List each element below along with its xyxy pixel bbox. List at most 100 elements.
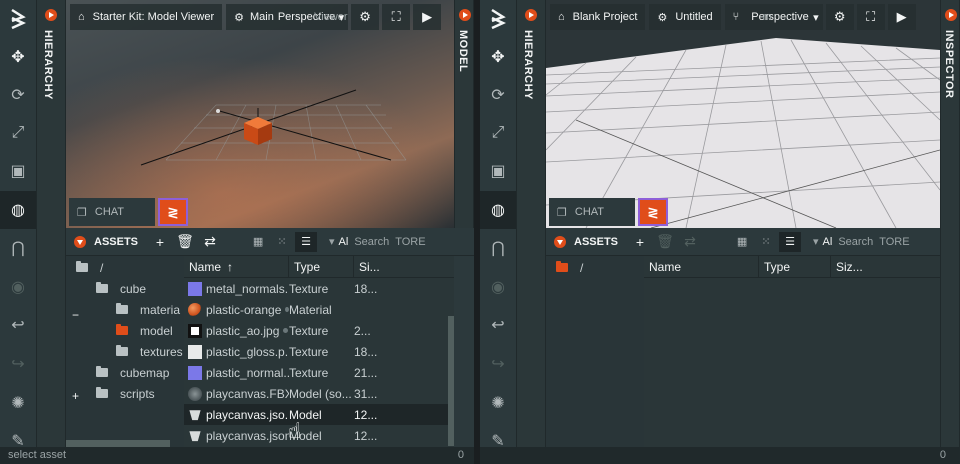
resize-icon[interactable]: ▣	[0, 152, 36, 190]
table-scrollbar[interactable]	[448, 316, 454, 446]
settings-icon[interactable]: ⚙	[825, 4, 854, 30]
rotate-icon[interactable]: ⟳	[480, 76, 516, 114]
tree-item-materials[interactable]: materia	[116, 299, 180, 320]
rotate-icon[interactable]: ⟳	[0, 76, 36, 114]
move-icon[interactable]: ✥	[480, 38, 516, 76]
add-icon[interactable]: +	[149, 231, 171, 253]
collapse-cube-icon[interactable]: −	[72, 308, 79, 322]
collapse-icon[interactable]	[554, 235, 566, 248]
globe-icon[interactable]: ◍	[480, 191, 516, 229]
magnet-icon[interactable]: ⋂	[0, 229, 36, 267]
chat-logo-icon[interactable]: ≷	[158, 198, 188, 226]
magnet-icon[interactable]: ⋂	[480, 229, 516, 267]
playcanvas-logo-icon[interactable]	[0, 0, 36, 38]
expand-icon[interactable]	[525, 9, 537, 21]
playcanvas-logo-icon[interactable]	[480, 0, 516, 38]
chat-button[interactable]: ❐ CHAT	[69, 198, 155, 226]
move-icon[interactable]: ✥	[0, 38, 36, 76]
bulb-icon[interactable]: ✺	[480, 384, 516, 422]
texture-thumbnail-icon	[188, 344, 202, 359]
scale-icon[interactable]: ⤢	[0, 114, 36, 152]
delete-icon[interactable]: 🗑	[174, 231, 196, 253]
asset-filter[interactable]: ▾ Al Search TORE	[329, 235, 426, 249]
delete-icon[interactable]: 🗑	[654, 231, 676, 253]
store-label[interactable]: TORE	[879, 236, 909, 248]
eye-icon[interactable]: ◉	[480, 268, 516, 306]
bulb-icon[interactable]: ✺	[0, 384, 36, 422]
viewport-3d[interactable]: ⌂ Starter Kit: Model Viewer ⚙ Main Persp…	[66, 0, 454, 228]
fullscreen-icon[interactable]: ⛶	[382, 4, 411, 30]
grid-large-icon[interactable]: ▦	[731, 232, 753, 252]
table-row[interactable]: plastic_gloss.p... Texture 18...	[184, 341, 454, 362]
assets-title: ASSETS	[574, 235, 619, 248]
table-row[interactable]: plastic_normal... Texture 21...	[184, 362, 454, 383]
add-icon[interactable]: +	[629, 231, 651, 253]
column-name[interactable]: Name ↑	[184, 255, 289, 278]
tree-item-cube[interactable]: cube	[96, 278, 146, 299]
chat-widget[interactable]: ❐ CHAT ≷	[549, 198, 668, 226]
hierarchy-panel-collapsed[interactable]: HIERARCHY	[36, 0, 66, 447]
resize-icon[interactable]: ▣	[480, 152, 516, 190]
expand-cubemap-icon[interactable]: +	[72, 389, 79, 403]
search-input[interactable]: Search	[838, 236, 873, 248]
tree-scrollbar[interactable]	[66, 440, 170, 447]
expand-icon[interactable]	[945, 9, 957, 21]
redo-icon[interactable]: ↩	[480, 306, 516, 344]
column-name[interactable]: Name	[644, 255, 759, 278]
settings-icon[interactable]: ⚙	[351, 4, 380, 30]
scale-icon[interactable]: ⤢	[480, 114, 516, 152]
chat-widget[interactable]: ❐ CHAT ≷	[69, 198, 188, 226]
tree-item-cubemap[interactable]: cubemap	[96, 362, 169, 383]
grid-large-icon[interactable]: ▦	[247, 232, 269, 252]
grid-small-icon[interactable]: ⁙	[271, 232, 293, 252]
list-view-icon[interactable]: ☰	[295, 231, 318, 252]
camera-selector[interactable]: ⚙ Main Perspective Viewer ▾	[226, 4, 349, 30]
column-type[interactable]: Type	[759, 255, 831, 278]
store-label[interactable]: TORE	[395, 236, 425, 248]
project-chip[interactable]: ⌂ Blank Project	[550, 4, 646, 30]
list-view-icon[interactable]: ☰	[779, 231, 802, 252]
viewport-3d[interactable]: ⌂ Blank Project ⚙ Untitled ⑂ Perspective…	[546, 0, 940, 228]
globe-icon[interactable]: ◍	[0, 191, 36, 229]
tree-item-root[interactable]: /	[76, 257, 103, 278]
edit-icon[interactable]: ✎	[0, 422, 36, 447]
table-row[interactable]: plastic_ao.jpg Texture 2...	[184, 320, 454, 341]
chat-logo-icon[interactable]: ≷	[638, 198, 668, 226]
import-icon[interactable]: ⇄	[199, 231, 221, 253]
grid-small-icon[interactable]: ⁙	[755, 232, 777, 252]
import-icon[interactable]: ⇄	[679, 231, 701, 253]
asset-filter[interactable]: ▾ Al Search TORE	[813, 235, 910, 249]
play-icon[interactable]: ▶	[887, 4, 916, 30]
table-row[interactable]: playcanvas.json Model 12...	[184, 425, 454, 446]
column-size[interactable]: Siz...	[831, 256, 940, 278]
hierarchy-panel-collapsed[interactable]: HIERARCHY	[516, 0, 546, 447]
tree-item-model[interactable]: model	[116, 320, 173, 341]
undo-icon[interactable]: ↪	[0, 345, 36, 383]
eye-icon[interactable]: ◉	[0, 268, 36, 306]
search-input[interactable]: Search	[354, 236, 389, 248]
tree-item-root[interactable]: /	[556, 257, 583, 278]
column-type[interactable]: Type	[289, 255, 354, 278]
fullscreen-icon[interactable]: ⛶	[856, 4, 885, 30]
edit-icon[interactable]: ✎	[480, 422, 516, 447]
scene-chip[interactable]: ⚙ Untitled	[649, 4, 721, 30]
tree-item-textures[interactable]: textures	[116, 341, 183, 362]
table-row-selected[interactable]: playcanvas.jso... Model 12...	[184, 404, 454, 425]
table-row[interactable]: plastic-orange Material	[184, 299, 454, 320]
expand-icon[interactable]	[45, 9, 57, 21]
scene-canvas[interactable]	[546, 0, 940, 228]
play-icon[interactable]: ▶	[413, 4, 442, 30]
expand-icon[interactable]	[459, 9, 471, 21]
undo-icon[interactable]: ↪	[480, 345, 516, 383]
tree-item-scripts[interactable]: scripts	[96, 383, 155, 404]
table-row[interactable]: playcanvas.FBX Model (so... 31...	[184, 383, 454, 404]
project-chip[interactable]: ⌂ Starter Kit: Model Viewer	[70, 4, 223, 30]
camera-selector[interactable]: ⑂ Perspective m ▾	[724, 4, 823, 30]
collapse-icon[interactable]	[74, 235, 86, 248]
chat-button[interactable]: ❐ CHAT	[549, 198, 635, 226]
redo-icon[interactable]: ↩	[0, 306, 36, 344]
scene-canvas[interactable]	[66, 0, 454, 228]
column-size[interactable]: Si...	[354, 256, 454, 278]
inspector-panel-collapsed[interactable]: INSPECTOR	[940, 0, 960, 447]
table-row[interactable]: metal_normals... Texture 18...	[184, 278, 454, 299]
